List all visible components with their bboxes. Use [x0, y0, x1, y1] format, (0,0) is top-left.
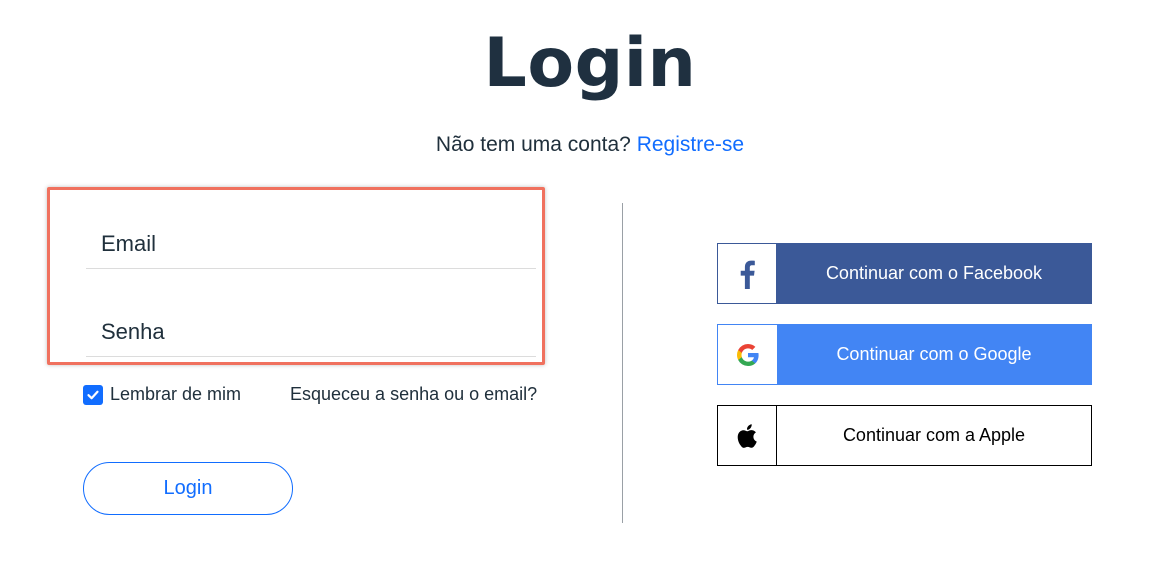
remember-me[interactable]: Lembrar de mim — [83, 384, 241, 405]
google-icon — [736, 343, 759, 366]
checkmark-icon — [87, 390, 99, 399]
apple-login-button[interactable]: Continuar com a Apple — [717, 405, 1092, 466]
login-button[interactable]: Login — [83, 462, 293, 515]
page-title: Login — [483, 24, 697, 103]
email-field-container — [86, 219, 536, 269]
password-field-container — [86, 307, 536, 357]
remember-label: Lembrar de mim — [110, 384, 242, 404]
signup-link[interactable]: Registre-se — [637, 133, 744, 156]
forgot-password-link[interactable]: Esqueceu a senha ou o email? — [290, 384, 537, 405]
apple-icon-box — [718, 406, 777, 465]
google-login-button[interactable]: Continuar com o Google — [717, 324, 1092, 385]
remember-checkbox[interactable] — [83, 384, 103, 405]
signup-prompt: Não tem uma conta? Registre-se — [0, 133, 1155, 157]
facebook-login-label: Continuar com o Facebook — [825, 263, 1043, 283]
vertical-divider — [622, 203, 623, 523]
facebook-icon-box — [718, 244, 777, 303]
password-field[interactable] — [86, 307, 536, 356]
apple-icon — [737, 423, 757, 448]
google-icon-box — [718, 325, 777, 384]
google-login-label: Continuar com o Google — [836, 344, 1032, 364]
apple-login-label: Continuar com a Apple — [842, 425, 1026, 445]
email-field[interactable] — [86, 219, 536, 268]
signup-prompt-text: Não tem uma conta? — [435, 133, 631, 156]
facebook-icon — [740, 260, 755, 289]
facebook-login-button[interactable]: Continuar com o Facebook — [717, 243, 1092, 304]
